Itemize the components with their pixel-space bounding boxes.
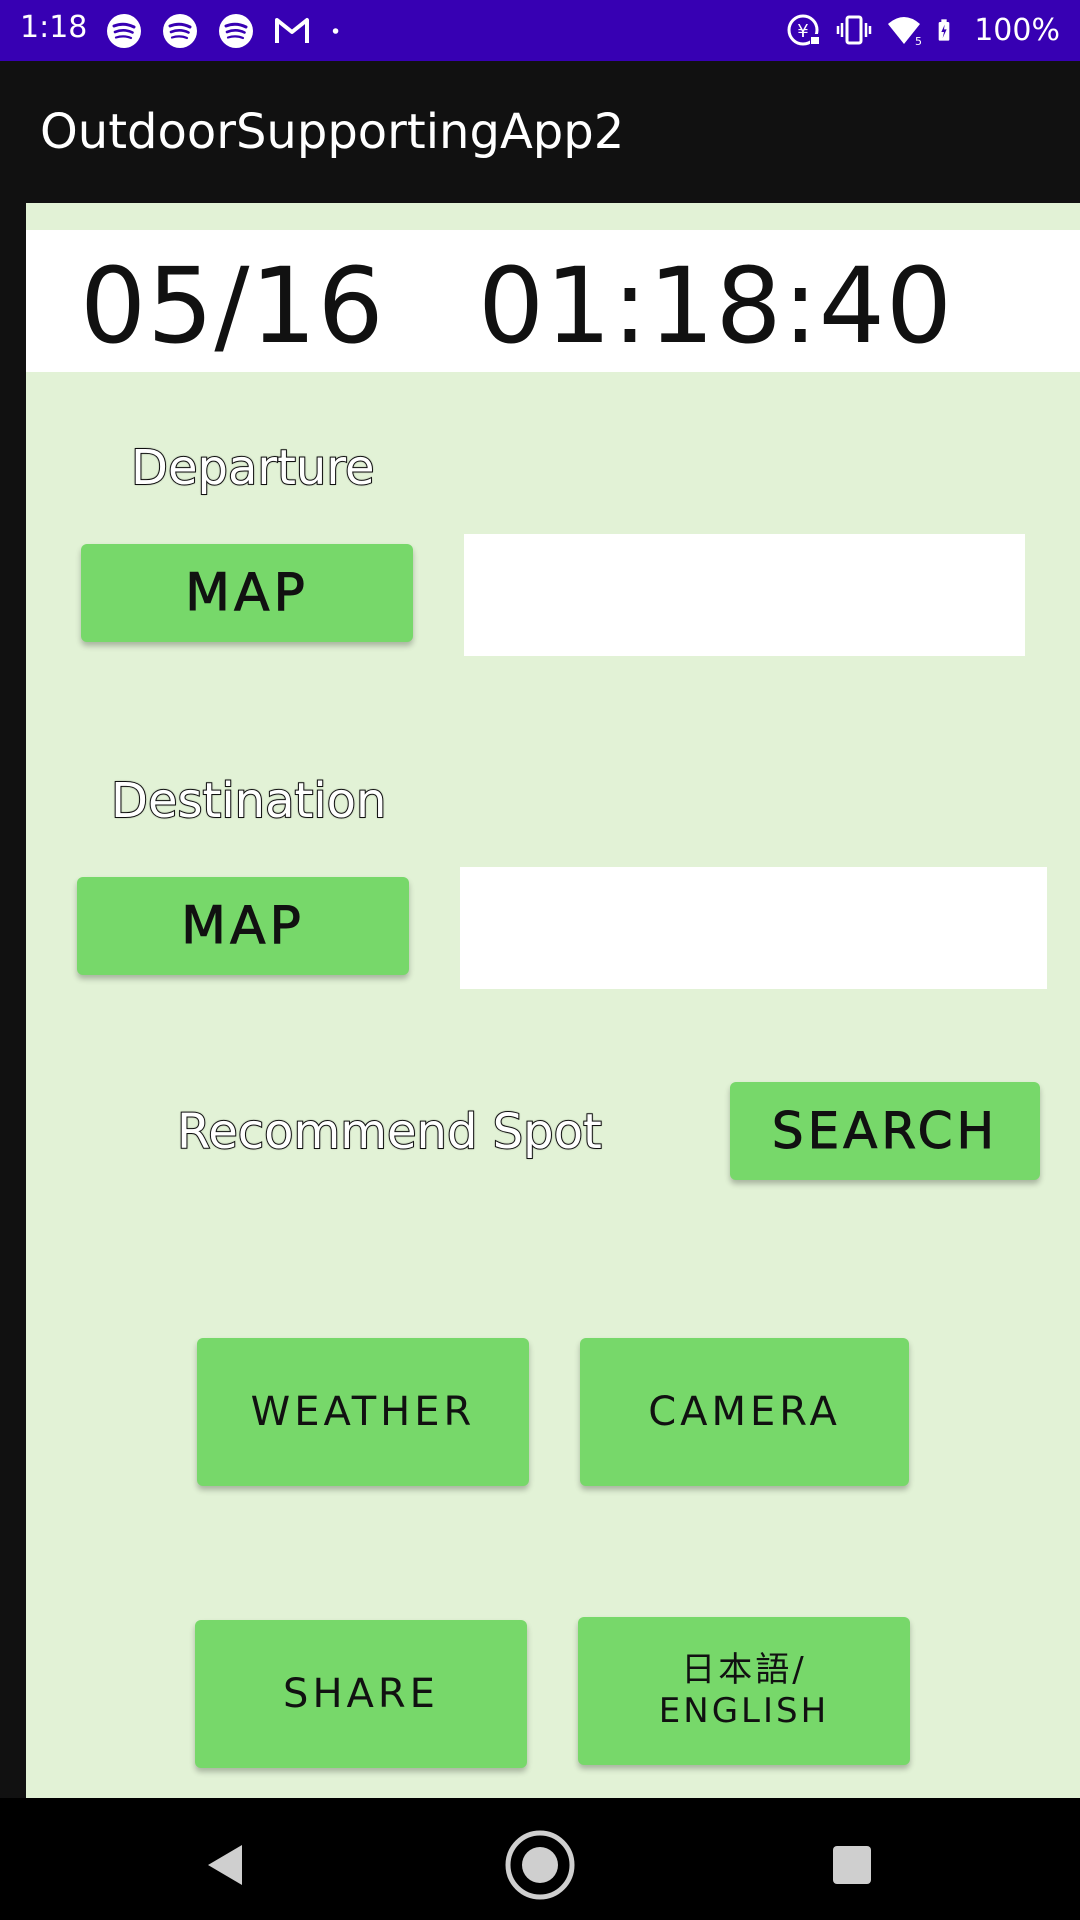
app-bar: OutdoorSupportingApp2 bbox=[0, 61, 1080, 203]
status-time: 1:18 bbox=[20, 10, 88, 45]
battery-percent: 100% bbox=[974, 12, 1060, 48]
clock-panel: 05/16 01:18:40 bbox=[26, 230, 1080, 372]
recents-button[interactable] bbox=[816, 1829, 888, 1901]
home-button[interactable] bbox=[504, 1829, 576, 1901]
language-label-english: ENGLISH bbox=[658, 1691, 830, 1731]
dot-icon bbox=[332, 28, 339, 34]
spotify-icon bbox=[163, 14, 197, 48]
departure-input[interactable] bbox=[464, 534, 1025, 656]
back-button[interactable] bbox=[190, 1829, 262, 1901]
recents-square-icon bbox=[833, 1846, 871, 1884]
destination-map-button[interactable]: MAP bbox=[77, 877, 409, 975]
data-saver-icon: ¥ bbox=[787, 14, 821, 46]
main-content: 05/16 01:18:40 Departure MAP Destination… bbox=[26, 203, 1080, 1798]
notification-icons bbox=[106, 13, 350, 49]
app-title: OutdoorSupportingApp2 bbox=[40, 104, 625, 160]
navigation-bar bbox=[0, 1798, 1080, 1920]
camera-button[interactable]: CAMERA bbox=[580, 1338, 909, 1486]
status-bar: 1:18 ¥ 5 100% bbox=[0, 0, 1080, 61]
spotify-icon bbox=[219, 14, 253, 48]
back-triangle-icon bbox=[208, 1845, 242, 1885]
departure-map-button[interactable]: MAP bbox=[81, 544, 413, 642]
recommend-spot-label: Recommend Spot bbox=[176, 1103, 603, 1161]
battery-charging-icon bbox=[938, 19, 950, 41]
vibrate-icon bbox=[836, 15, 872, 45]
destination-label: Destination bbox=[110, 772, 387, 830]
gmail-icon bbox=[275, 18, 309, 43]
spotify-icon bbox=[107, 14, 141, 48]
weather-button[interactable]: WEATHER bbox=[197, 1338, 529, 1486]
departure-label: Departure bbox=[130, 439, 376, 497]
svg-text:¥: ¥ bbox=[797, 21, 808, 42]
language-label-japanese: 日本語/ bbox=[681, 1650, 807, 1691]
destination-input[interactable] bbox=[460, 867, 1047, 989]
clock-time: 01:18:40 bbox=[478, 245, 954, 367]
system-icons: ¥ 5 100% bbox=[786, 10, 1060, 50]
share-button[interactable]: SHARE bbox=[195, 1620, 527, 1768]
home-circle-icon bbox=[505, 1830, 575, 1900]
language-toggle-button[interactable]: 日本語/ ENGLISH bbox=[578, 1617, 910, 1765]
wifi-icon: 5 bbox=[888, 17, 922, 48]
clock-date: 05/16 bbox=[80, 245, 385, 367]
search-button[interactable]: SEARCH bbox=[730, 1082, 1040, 1180]
svg-text:5: 5 bbox=[915, 35, 922, 48]
